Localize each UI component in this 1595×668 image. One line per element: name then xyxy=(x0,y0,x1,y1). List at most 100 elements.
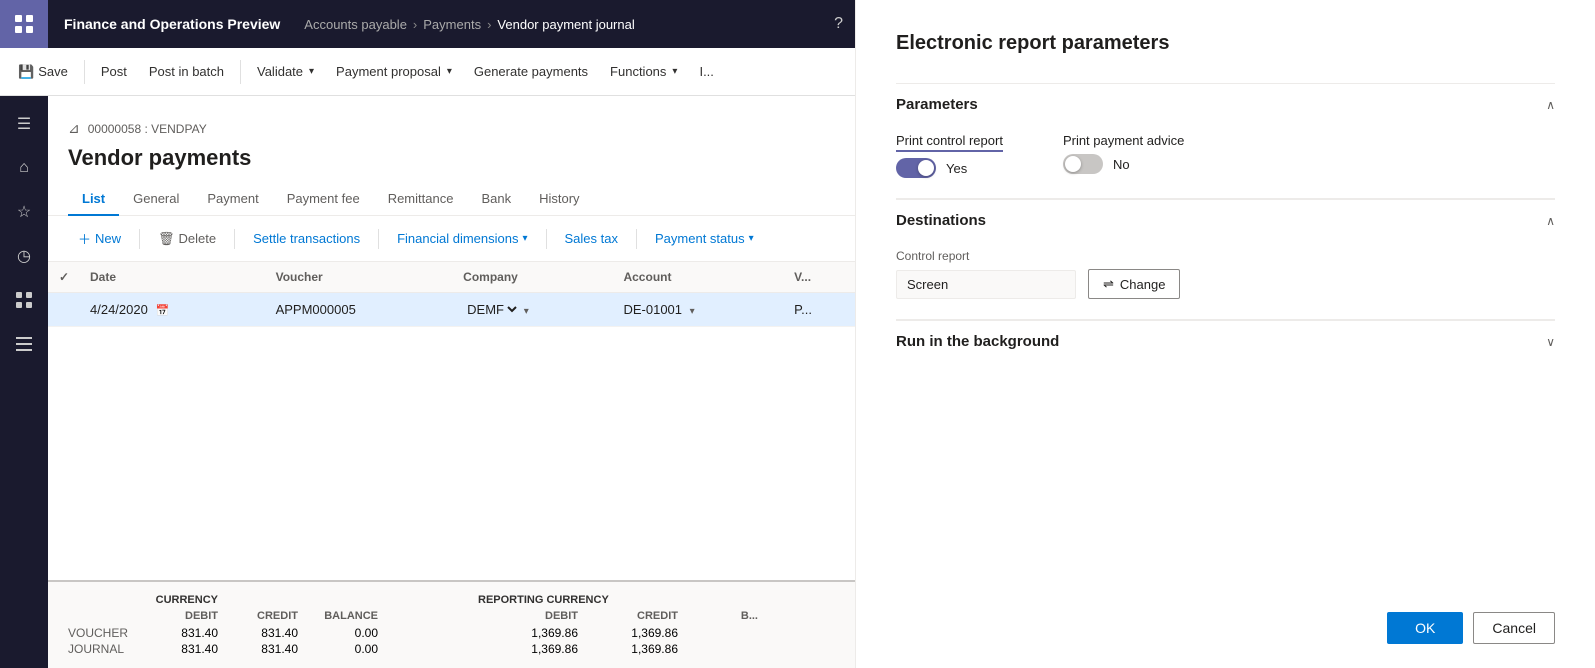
print-control-toggle[interactable] xyxy=(896,158,936,178)
control-report-dest-label: Control report xyxy=(896,249,1555,263)
breadcrumb-accounts[interactable]: Accounts payable xyxy=(304,17,407,32)
app-title: Finance and Operations Preview xyxy=(48,16,296,32)
run-background-chevron-icon: ∨ xyxy=(1546,335,1555,349)
col-date: Date xyxy=(80,262,266,293)
inquiry-button[interactable]: I... xyxy=(689,58,723,85)
print-control-value-label: Yes xyxy=(946,161,967,176)
col-account: Account xyxy=(613,262,784,293)
journal-header: ⊿ 00000058 : VENDPAY Vendor payments xyxy=(48,96,855,183)
sidebar-star-icon[interactable]: ☆ xyxy=(4,192,44,232)
payment-status-chevron-icon: ▾ xyxy=(749,233,754,244)
delete-button[interactable]: 🗑 Delete xyxy=(148,226,226,252)
dest-screen-input[interactable] xyxy=(896,270,1076,299)
print-payment-value-label: No xyxy=(1113,157,1130,172)
payment-status-button[interactable]: Payment status ▾ xyxy=(645,226,764,251)
cancel-button[interactable]: Cancel xyxy=(1473,612,1555,644)
app-grid-icon[interactable] xyxy=(0,0,48,48)
company-select[interactable]: DEMF xyxy=(463,301,520,318)
filter-icon[interactable]: ⊿ xyxy=(68,112,80,145)
toggle-thumb xyxy=(918,160,934,176)
sidebar-hamburger-icon[interactable]: ☰ xyxy=(4,104,44,144)
help-icon[interactable]: ? xyxy=(834,15,843,33)
tab-payment-fee[interactable]: Payment fee xyxy=(273,183,374,216)
tab-remittance[interactable]: Remittance xyxy=(374,183,468,216)
toolbar: 💾 Save Post Post in batch Validate ▾ Pay… xyxy=(0,48,855,96)
payment-proposal-label: Payment proposal xyxy=(336,64,441,79)
balance-header: BALANCE xyxy=(298,610,378,622)
voucher-debit: 831.40 xyxy=(138,626,218,640)
sidebar-grid-icon[interactable] xyxy=(4,280,44,320)
journal-debit: 831.40 xyxy=(138,642,218,656)
rep-debit-header: DEBIT xyxy=(478,610,578,622)
financial-dimensions-button[interactable]: Financial dimensions ▾ xyxy=(387,226,537,251)
tab-history[interactable]: History xyxy=(525,183,593,216)
delete-icon: 🗑 xyxy=(158,231,175,247)
right-panel: Electronic report parameters Parameters … xyxy=(855,0,1595,668)
tab-payment[interactable]: Payment xyxy=(193,183,272,216)
row-check[interactable] xyxy=(48,293,80,327)
validate-button[interactable]: Validate ▾ xyxy=(247,58,324,85)
reporting-title: REPORTING CURRENCY xyxy=(478,594,678,606)
print-control-report-item: Print control report Yes xyxy=(896,133,1003,178)
col-check: ✓ xyxy=(48,262,80,293)
functions-chevron-icon: ▾ xyxy=(672,66,677,77)
rep-journal-debit: 1,369.86 xyxy=(478,642,578,656)
reporting-currency-group: REPORTING CURRENCY DEBIT CREDIT B... 1,3… xyxy=(478,594,778,656)
sidebar-home-icon[interactable]: ⌂ xyxy=(4,148,44,188)
sidebar: ☰ ⌂ ☆ ◷ xyxy=(0,96,48,668)
journal-id: 00000058 : VENDPAY xyxy=(88,122,207,136)
parameters-content: Print control report Yes Print payment a… xyxy=(896,125,1555,198)
account-chevron-icon: ▾ xyxy=(690,306,695,317)
row-date[interactable]: 4/24/2020 📅 xyxy=(80,293,266,327)
action-sep-4 xyxy=(546,229,547,249)
toggle-track-off xyxy=(1063,154,1103,174)
table-wrap: ✓ Date Voucher Company Account V... xyxy=(48,262,855,580)
breadcrumb-payments[interactable]: Payments xyxy=(423,17,481,32)
col-voucher: Voucher xyxy=(266,262,454,293)
row-account[interactable]: DE-01001 ▾ xyxy=(613,293,784,327)
delete-label: Delete xyxy=(179,231,217,246)
date-picker-icon[interactable]: 📅 xyxy=(155,305,169,317)
sales-tax-button[interactable]: Sales tax xyxy=(555,226,628,251)
print-payment-advice-label: Print payment advice xyxy=(1063,133,1184,148)
payment-proposal-button[interactable]: Payment proposal ▾ xyxy=(326,58,462,85)
voucher-balance: 0.00 xyxy=(298,626,378,640)
post-batch-button[interactable]: Post in batch xyxy=(139,58,234,85)
journal-balance: 0.00 xyxy=(298,642,378,656)
rep-voucher-debit: 1,369.86 xyxy=(478,626,578,640)
rep-balance-header: B... xyxy=(678,610,758,622)
ok-button[interactable]: OK xyxy=(1387,612,1463,644)
parameters-section-header[interactable]: Parameters ∧ xyxy=(896,83,1555,125)
save-button[interactable]: 💾 Save xyxy=(8,58,78,86)
journal-row-label: JOURNAL xyxy=(68,642,138,656)
voucher-credit: 831.40 xyxy=(218,626,298,640)
table-row[interactable]: 4/24/2020 📅 APPM000005 DEMF ▾ xyxy=(48,293,855,327)
functions-button[interactable]: Functions ▾ xyxy=(600,58,687,85)
tab-list[interactable]: List xyxy=(68,183,119,216)
post-label: Post xyxy=(101,64,127,79)
new-plus-icon: ＋ xyxy=(78,229,91,248)
sidebar-list-icon[interactable] xyxy=(4,324,44,364)
run-background-section-header[interactable]: Run in the background ∨ xyxy=(896,320,1555,362)
settle-button[interactable]: Settle transactions xyxy=(243,226,370,251)
destinations-section-header[interactable]: Destinations ∧ xyxy=(896,199,1555,241)
new-button[interactable]: ＋ New xyxy=(68,224,131,253)
run-background-title: Run in the background xyxy=(896,333,1059,350)
tab-general[interactable]: General xyxy=(119,183,193,216)
action-sep-3 xyxy=(378,229,379,249)
post-button[interactable]: Post xyxy=(91,58,137,85)
change-btn-label: Change xyxy=(1120,277,1166,292)
payment-status-label: Payment status xyxy=(655,231,745,246)
generate-payments-label: Generate payments xyxy=(474,64,588,79)
sidebar-clock-icon[interactable]: ◷ xyxy=(4,236,44,276)
breadcrumb-current: Vendor payment journal xyxy=(497,17,634,32)
action-sep-2 xyxy=(234,229,235,249)
tab-bank[interactable]: Bank xyxy=(467,183,525,216)
breadcrumb: Accounts payable › Payments › Vendor pay… xyxy=(296,17,634,32)
print-payment-toggle[interactable] xyxy=(1063,154,1103,174)
panel-title: Electronic report parameters xyxy=(896,32,1555,55)
new-label: New xyxy=(95,231,121,246)
row-company[interactable]: DEMF ▾ xyxy=(453,293,613,327)
generate-payments-button[interactable]: Generate payments xyxy=(464,58,598,85)
change-button[interactable]: ⇌ Change xyxy=(1088,269,1180,299)
